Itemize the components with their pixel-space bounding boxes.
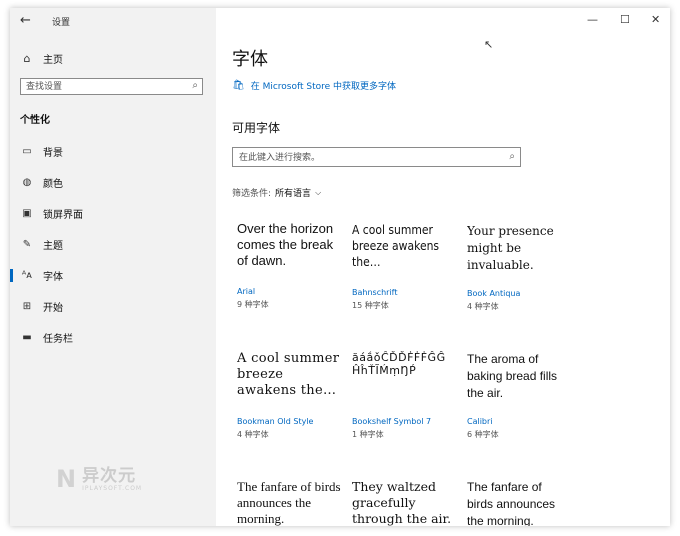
page-title: 字体 bbox=[232, 49, 268, 70]
font-preview: A cool summer breeze awakens the… bbox=[352, 223, 440, 269]
font-count: 1 种字体 bbox=[352, 430, 384, 439]
sidebar-item-taskbar[interactable]: ▬ 任务栏 bbox=[10, 322, 216, 353]
font-card-bookman[interactable]: A cool summer breeze awakens the… Bookma… bbox=[237, 351, 341, 440]
sidebar-item-themes[interactable]: ✎ 主题 bbox=[10, 229, 216, 260]
lock-screen-icon: ▣ bbox=[22, 208, 32, 219]
home-label: 主页 bbox=[43, 54, 63, 66]
font-search-input[interactable] bbox=[239, 151, 489, 164]
font-name: Arial bbox=[237, 287, 256, 296]
sidebar-item-start[interactable]: ⊞ 开始 bbox=[10, 291, 216, 322]
sidebar-item-label: 开始 bbox=[43, 303, 63, 314]
font-name: Bookman Old Style bbox=[237, 417, 314, 426]
font-preview: Over the horizon comes the break of dawn… bbox=[237, 221, 334, 268]
sidebar-item-lock-screen[interactable]: ▣ 锁屏界面 bbox=[10, 198, 216, 229]
filter-value[interactable]: 所有语言 bbox=[275, 186, 311, 199]
font-name: Bahnschrift bbox=[352, 288, 398, 297]
font-card-book-antiqua[interactable]: Your presence might be invaluable. Book … bbox=[467, 223, 571, 312]
search-icon[interactable]: ⌕ bbox=[509, 151, 515, 162]
watermark-main-text: 异次元 bbox=[82, 465, 137, 486]
maximize-button[interactable]: ☐ bbox=[620, 13, 630, 26]
font-count: 15 种字体 bbox=[352, 301, 389, 310]
main-content: — ☐ ✕ ↖ 字体 🛍 在 Microsoft Store 中获取更多字体 可… bbox=[216, 8, 670, 526]
chevron-down-icon[interactable]: ⌵ bbox=[315, 188, 321, 198]
store-link-label[interactable]: 在 Microsoft Store 中获取更多字体 bbox=[251, 79, 396, 92]
sidebar-item-home[interactable]: ⌂ 主页 bbox=[20, 50, 64, 66]
font-preview: Your presence might be invaluable. bbox=[467, 224, 554, 272]
font-card-arial[interactable]: Over the horizon comes the break of dawn… bbox=[237, 221, 341, 310]
section-title: 个性化 bbox=[20, 115, 50, 126]
font-count: 9 种字体 bbox=[237, 300, 269, 309]
store-bag-icon: 🛍 bbox=[232, 80, 245, 91]
sidebar-item-label: 颜色 bbox=[43, 179, 63, 190]
back-arrow-icon[interactable]: ← bbox=[20, 13, 31, 28]
sidebar-nav: ▭ 背景 ◍ 颜色 ▣ 锁屏界面 ✎ 主题 ᴬᴀ 字体 ⊞ 开始 ▬ 任务栏 bbox=[10, 136, 216, 353]
sidebar-item-label: 背景 bbox=[43, 148, 63, 159]
sidebar-item-label: 锁屏界面 bbox=[43, 210, 83, 221]
font-card-calibri[interactable]: The aroma of baking bread fills the air.… bbox=[467, 351, 571, 440]
font-search-box[interactable]: ⌕ bbox=[232, 147, 521, 167]
mouse-cursor-icon: ↖ bbox=[484, 38, 494, 51]
theme-icon: ✎ bbox=[22, 239, 32, 250]
close-button[interactable]: ✕ bbox=[651, 13, 660, 26]
font-icon: ᴬᴀ bbox=[21, 270, 33, 281]
sidebar-item-colors[interactable]: ◍ 颜色 bbox=[10, 167, 216, 198]
font-card-bahnschrift[interactable]: A cool summer breeze awakens the… Bahnsc… bbox=[352, 222, 456, 311]
store-link[interactable]: 🛍 在 Microsoft Store 中获取更多字体 bbox=[232, 79, 396, 92]
font-card-bookshelf-symbol[interactable]: ăáắǒĈĎĎḞḞḞĜĜ ĤĥŤĨḾṃŊṔ Bookshelf Symbol 7… bbox=[352, 351, 456, 440]
filter-label: 筛选条件: bbox=[232, 189, 272, 199]
font-card[interactable]: They waltzed gracefully through the air. bbox=[352, 479, 456, 526]
sidebar-titlebar: ← 设置 bbox=[10, 8, 216, 36]
settings-search-box[interactable]: ⌕ bbox=[20, 78, 203, 95]
font-name: Calibri bbox=[467, 417, 493, 426]
palette-icon: ◍ bbox=[22, 177, 32, 188]
sidebar-item-label: 字体 bbox=[43, 272, 63, 283]
watermark-sub-text: IPLAYSOFT.COM bbox=[82, 484, 143, 492]
font-preview: ăáắǒĈĎĎḞḞḞĜĜ ĤĥŤĨḾṃŊṔ bbox=[352, 351, 446, 377]
font-preview: The fanfare of birds announces the morni… bbox=[237, 479, 341, 526]
font-preview: A cool summer breeze awakens the… bbox=[237, 351, 340, 398]
font-preview: The aroma of baking bread fills the air. bbox=[467, 352, 558, 400]
font-card[interactable]: The fanfare of birds announces the morni… bbox=[237, 479, 341, 526]
sidebar-item-fonts[interactable]: ᴬᴀ 字体 bbox=[10, 260, 216, 291]
sidebar-item-label: 任务栏 bbox=[43, 334, 73, 345]
home-icon: ⌂ bbox=[23, 51, 31, 65]
available-fonts-heading: 可用字体 bbox=[232, 121, 281, 135]
font-count: 4 种字体 bbox=[237, 430, 269, 439]
start-icon: ⊞ bbox=[22, 301, 32, 312]
search-icon[interactable]: ⌕ bbox=[192, 80, 198, 91]
settings-window: ← 设置 ⌂ 主页 ⌕ 个性化 ▭ 背景 ◍ 颜色 ▣ 锁屏界面 bbox=[10, 8, 670, 526]
language-filter[interactable]: 筛选条件: 所有语言 ⌵ bbox=[232, 186, 321, 200]
font-count: 4 种字体 bbox=[467, 302, 499, 311]
font-preview: The fanfare of birds announces the morni… bbox=[467, 480, 556, 526]
app-title: 设置 bbox=[52, 18, 71, 28]
sidebar: ← 设置 ⌂ 主页 ⌕ 个性化 ▭ 背景 ◍ 颜色 ▣ 锁屏界面 bbox=[10, 8, 216, 526]
watermark: N 异次元 IPLAYSOFT.COM bbox=[56, 465, 142, 493]
font-count: 6 种字体 bbox=[467, 430, 499, 439]
sidebar-item-background[interactable]: ▭ 背景 bbox=[10, 136, 216, 167]
taskbar-icon: ▬ bbox=[22, 332, 32, 343]
font-preview: They waltzed gracefully through the air. bbox=[352, 479, 452, 526]
image-icon: ▭ bbox=[22, 146, 32, 157]
settings-search-input[interactable] bbox=[26, 80, 181, 93]
minimize-button[interactable]: — bbox=[587, 13, 598, 26]
font-name: Bookshelf Symbol 7 bbox=[352, 417, 432, 426]
font-name: Book Antiqua bbox=[467, 289, 521, 298]
sidebar-item-label: 主题 bbox=[43, 241, 63, 252]
watermark-logo: N bbox=[56, 465, 77, 493]
font-card[interactable]: The fanfare of birds announces the morni… bbox=[467, 479, 571, 526]
